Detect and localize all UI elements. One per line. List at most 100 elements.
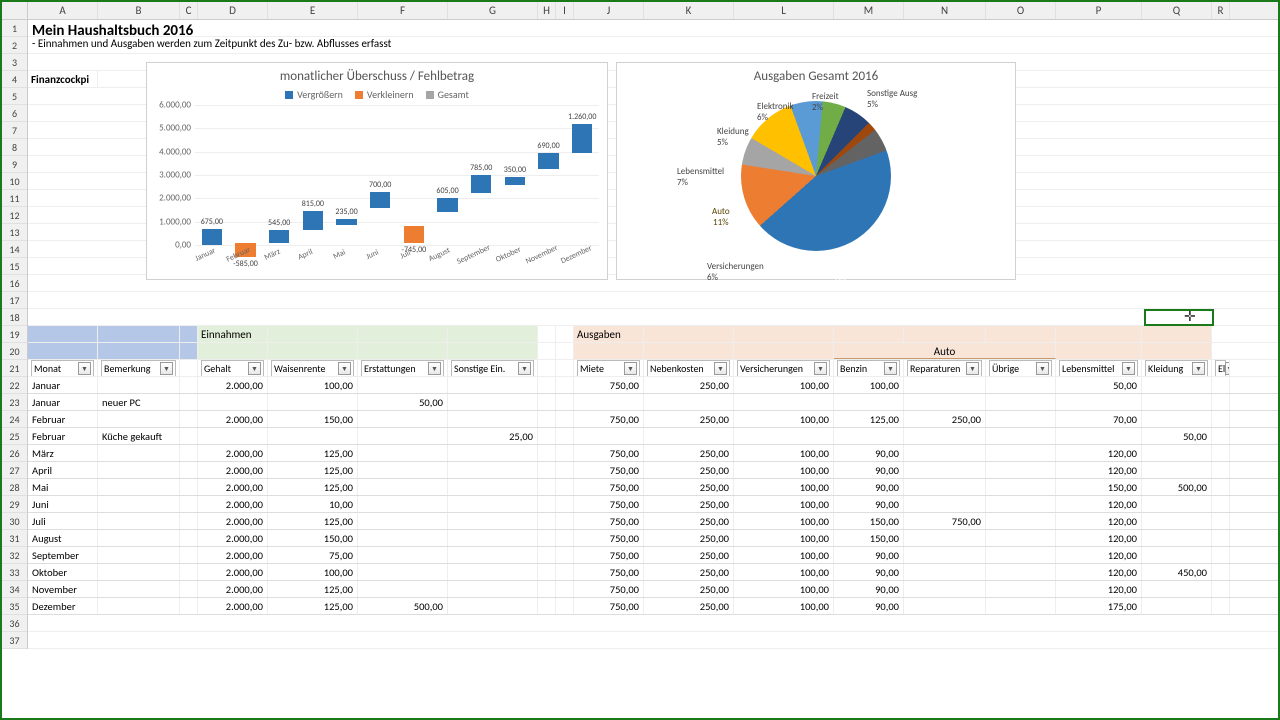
cell[interactable]: Februar [28,428,98,444]
cell[interactable]: 125,00 [268,598,358,614]
cell[interactable]: 250,00 [904,411,986,427]
cell[interactable]: 125,00 [268,581,358,597]
cell[interactable] [358,513,448,529]
filter-header[interactable]: Kleidung▼ [1145,360,1208,376]
row-number[interactable]: 1 [2,20,27,37]
column-header-L[interactable]: L [734,2,834,19]
column-header-F[interactable]: F [358,2,448,19]
row-number[interactable]: 10 [2,173,27,190]
cell[interactable] [538,513,556,529]
cell[interactable] [1212,598,1230,614]
cell[interactable]: 250,00 [644,411,734,427]
cell[interactable] [448,377,538,393]
column-header-H[interactable]: H [538,2,556,19]
cell[interactable] [180,394,198,410]
cell[interactable] [904,479,986,495]
cell[interactable] [904,445,986,461]
cell[interactable] [556,394,574,410]
cell[interactable]: 150,00 [268,411,358,427]
cell[interactable]: 2.000,00 [198,547,268,563]
cell[interactable]: 750,00 [574,530,644,546]
cell[interactable] [180,462,198,478]
bar-chart[interactable]: monatlicher Überschuss / Fehlbetrag Verg… [146,62,608,280]
cell[interactable] [358,462,448,478]
cell[interactable]: 150,00 [834,530,904,546]
cell[interactable] [98,581,180,597]
column-header-C[interactable]: C [180,2,198,19]
cell[interactable] [904,547,986,563]
cell[interactable]: 250,00 [644,547,734,563]
column-header-P[interactable]: P [1056,2,1142,19]
cell[interactable] [986,462,1056,478]
cell[interactable] [904,598,986,614]
cell[interactable]: 120,00 [1056,445,1142,461]
cell[interactable]: Dezember [28,598,98,614]
cell[interactable] [644,428,734,444]
cell[interactable]: 125,00 [834,411,904,427]
cell[interactable]: 500,00 [1142,479,1212,495]
cell[interactable] [556,428,574,444]
row-number[interactable]: 28 [2,479,27,496]
cell[interactable] [574,394,644,410]
cell[interactable] [1056,428,1142,444]
cell[interactable] [904,462,986,478]
cell[interactable] [538,530,556,546]
cell[interactable] [1212,530,1230,546]
filter-dropdown-icon[interactable]: ▼ [1122,362,1135,375]
column-header-K[interactable]: K [644,2,734,19]
cell[interactable] [986,394,1056,410]
cell[interactable] [904,394,986,410]
cell[interactable] [1212,496,1230,512]
cell[interactable] [556,377,574,393]
column-header-G[interactable]: G [448,2,538,19]
cell[interactable] [268,428,358,444]
cell[interactable]: 125,00 [268,462,358,478]
cell[interactable]: 100,00 [734,530,834,546]
cell[interactable] [180,496,198,512]
filter-header[interactable]: Sonstige Ein.▼ [451,360,534,376]
cell[interactable]: 2.000,00 [198,496,268,512]
cell[interactable]: 2.000,00 [198,377,268,393]
cell[interactable] [98,377,180,393]
cell[interactable] [538,445,556,461]
filter-header[interactable]: Monat▼ [31,360,94,376]
column-header-D[interactable]: D [198,2,268,19]
cell[interactable] [98,598,180,614]
cell[interactable] [358,377,448,393]
row-number[interactable]: 26 [2,445,27,462]
cell[interactable] [180,428,198,444]
cell[interactable] [538,598,556,614]
cell[interactable] [180,530,198,546]
cell[interactable] [98,513,180,529]
cell[interactable] [904,581,986,597]
cell[interactable]: 100,00 [734,547,834,563]
column-header-Q[interactable]: Q [1142,2,1212,19]
cell[interactable]: 10,00 [268,496,358,512]
cell[interactable] [180,445,198,461]
cell[interactable]: Januar [28,377,98,393]
cell[interactable] [574,428,644,444]
filter-header[interactable]: Waisenrente▼ [271,360,354,376]
cell[interactable]: 90,00 [834,445,904,461]
cell[interactable]: 150,00 [1056,479,1142,495]
cell[interactable] [986,428,1056,444]
cell[interactable]: 100,00 [734,377,834,393]
cell[interactable] [834,394,904,410]
filter-dropdown-icon[interactable]: ▼ [714,362,727,375]
cell[interactable] [1142,513,1212,529]
cell[interactable] [538,547,556,563]
cell[interactable] [1212,394,1230,410]
cell[interactable] [180,411,198,427]
cell[interactable]: 2.000,00 [198,513,268,529]
cell[interactable] [644,394,734,410]
cell[interactable]: 175,00 [1056,598,1142,614]
cell[interactable]: 120,00 [1056,547,1142,563]
cell[interactable] [358,530,448,546]
filter-header[interactable]: Gehalt▼ [201,360,264,376]
filter-header[interactable]: Nebenkosten▼ [647,360,730,376]
column-header-A[interactable]: A [28,2,98,19]
cell[interactable]: 2.000,00 [198,462,268,478]
cell[interactable]: 100,00 [734,411,834,427]
cell[interactable] [358,581,448,597]
cell[interactable]: 750,00 [574,598,644,614]
